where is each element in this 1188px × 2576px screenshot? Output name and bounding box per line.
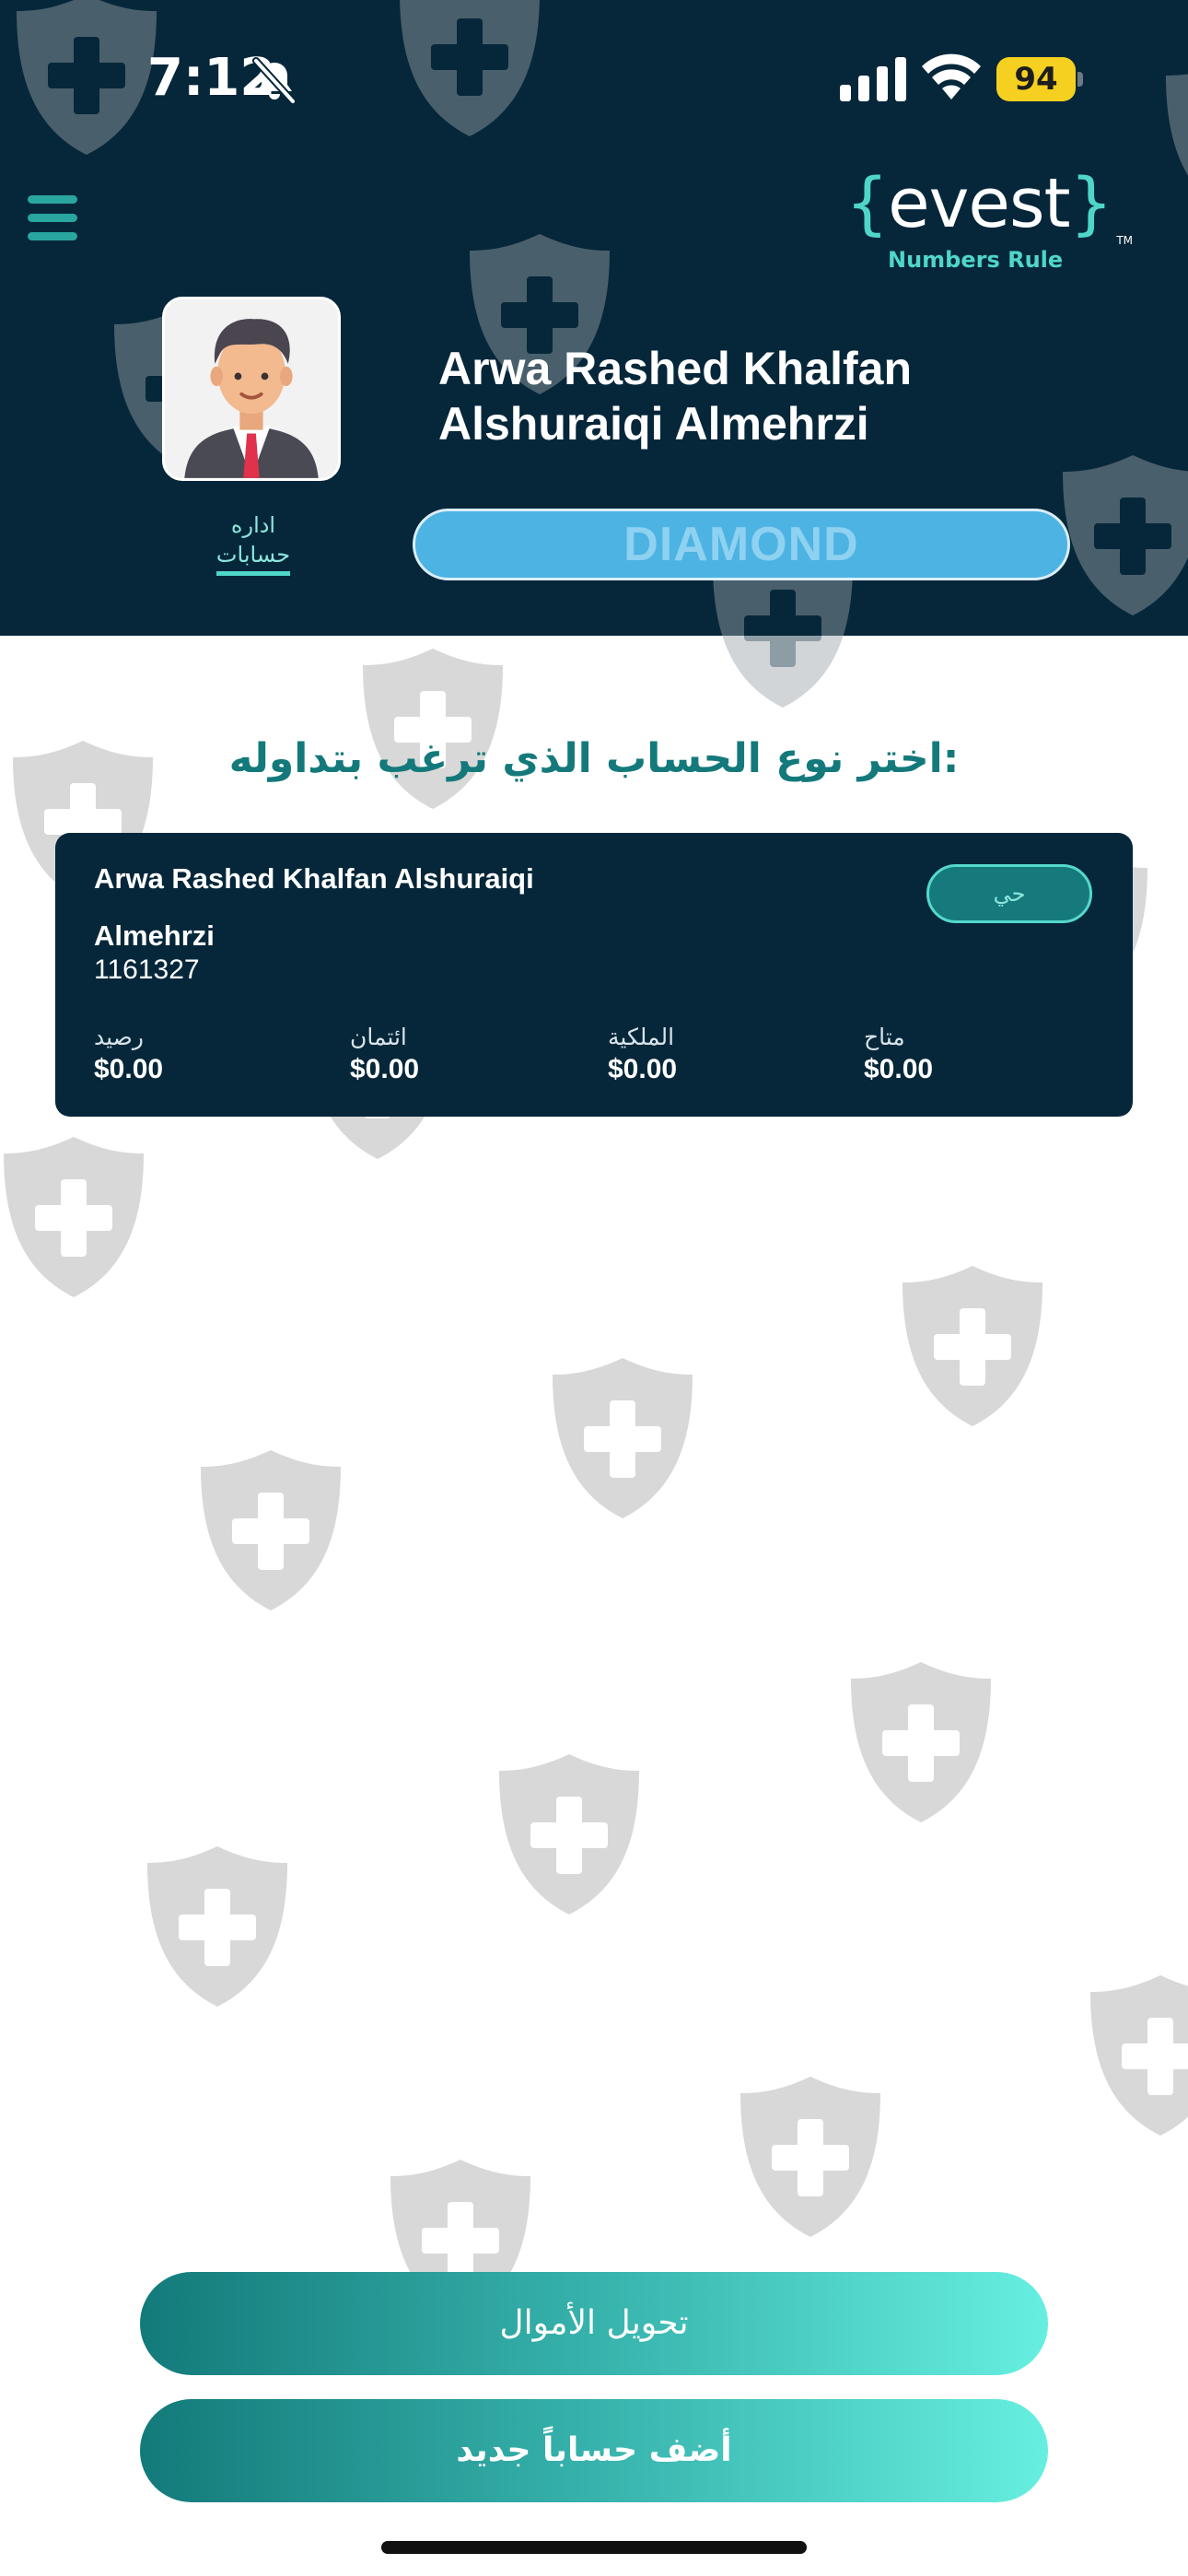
account-card[interactable]: Arwa Rashed Khalfan Alshuraiqi Almehrzi …: [55, 833, 1133, 1117]
stat-label: متاح: [864, 1024, 905, 1050]
manage-accounts-line2: حسابات: [215, 540, 291, 576]
add-account-button[interactable]: أضف حساباً جديد: [140, 2399, 1048, 2502]
menu-bar: [28, 195, 77, 204]
battery-tip: [1077, 72, 1083, 87]
shield-watermark-icon: [847, 1658, 995, 1824]
wifi-icon: [921, 53, 982, 101]
shield-watermark-icon: [359, 645, 507, 811]
stat-label: رصيد: [94, 1024, 144, 1050]
bell-slash-icon: [249, 55, 300, 107]
account-holder-name-line2: Almehrzi: [94, 919, 215, 952]
menu-bar: [28, 232, 77, 240]
signal-icon: [840, 57, 906, 101]
logo-brace-close: }: [1069, 164, 1113, 243]
screen: 7:12 94 {evest} Numbers Rule TM اداره حس…: [0, 0, 1188, 2576]
user-full-name: Arwa Rashed Khalfan Alshuraiqi Almehrzi: [438, 343, 913, 450]
stat-available: متاح $0.00: [864, 1023, 1066, 1087]
manage-accounts-link[interactable]: اداره حسابات: [184, 510, 322, 576]
stat-value: $0.00: [608, 1054, 678, 1084]
stat-value: $0.00: [94, 1054, 164, 1084]
manage-accounts-line1: اداره: [230, 512, 276, 538]
stat-value: $0.00: [864, 1054, 934, 1084]
shield-watermark-icon: [899, 1262, 1046, 1428]
section-title: :اختر نوع الحساب الذي ترغب بتداوله: [228, 735, 960, 782]
evest-logo: {evest} Numbers Rule TM: [845, 162, 1133, 282]
stat-balance: رصيد $0.00: [94, 1023, 297, 1087]
shield-watermark-icon: [0, 1133, 147, 1299]
shield-watermark-icon: [1059, 451, 1188, 617]
logo-tagline: Numbers Rule: [888, 247, 1064, 273]
shield-watermark-icon: [1087, 1972, 1188, 2137]
account-holder-name-line1: Arwa Rashed Khalfan Alshuraiqi: [94, 862, 534, 895]
stat-credit: ائتمان $0.00: [350, 1023, 553, 1087]
shield-watermark-icon: [197, 1446, 344, 1612]
account-number: 1161327: [94, 954, 200, 985]
tier-badge: DIAMOND: [413, 509, 1070, 580]
stat-equity: الملكية $0.00: [608, 1023, 810, 1087]
logo-wordmark: {evest}: [845, 162, 1113, 245]
menu-bar: [28, 214, 77, 222]
stat-label: الملكية: [608, 1024, 675, 1050]
avatar[interactable]: [162, 297, 341, 481]
tier-label: DIAMOND: [623, 518, 859, 571]
home-indicator[interactable]: [381, 2541, 807, 2554]
transfer-funds-button[interactable]: تحويل الأموال: [140, 2272, 1048, 2375]
logo-brace-open: {: [845, 164, 889, 243]
logo-word: evest: [888, 164, 1070, 243]
shield-watermark-icon: [549, 1354, 696, 1520]
status-bar: 7:12 94: [0, 0, 1188, 157]
battery-icon: 94: [996, 57, 1083, 101]
shield-watermark-icon: [144, 1843, 291, 2008]
stat-label: ائتمان: [350, 1024, 407, 1050]
account-status-badge[interactable]: حي: [926, 864, 1092, 923]
stat-value: $0.00: [350, 1054, 420, 1084]
shield-watermark-icon: [495, 1751, 643, 1916]
hamburger-menu-icon[interactable]: [28, 195, 77, 245]
shield-watermark-icon: [737, 2073, 884, 2239]
battery-level: 94: [996, 57, 1076, 101]
logo-trademark: TM: [1116, 234, 1133, 247]
